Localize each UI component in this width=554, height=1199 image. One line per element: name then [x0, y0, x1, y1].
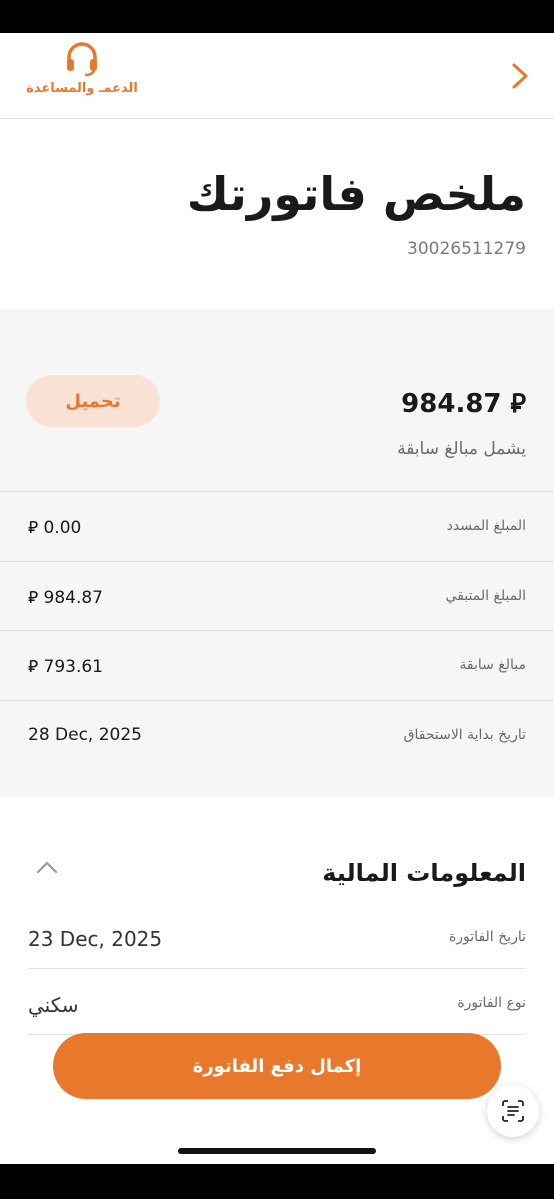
row-value: ⃁ 0.00	[28, 518, 82, 538]
row-value: 23 Dec, 2025	[28, 927, 163, 951]
includes-previous-note: يشمل مبالغ سابقة	[397, 439, 526, 459]
list-item: المبلغ المتبقي ⃁ 984.87	[0, 560, 554, 631]
list-item: مبالغ سابقة ⃁ 793.61	[0, 630, 554, 700]
invoice-summary-screen: الدعمـ والمساعدة ملخص فاتورتك 3002651127…	[0, 33, 554, 1164]
download-button[interactable]: تحميل	[26, 375, 160, 427]
back-button[interactable]	[508, 61, 532, 91]
row-label: مبالغ سابقة	[459, 657, 526, 673]
list-item: تاريخ الفاتورة 23 Dec, 2025	[28, 903, 526, 969]
support-label: الدعمـ والمساعدة	[26, 81, 138, 96]
list-item: تاريخ بداية الاستحقاق 28 Dec, 2025	[0, 699, 554, 770]
chevron-right-icon	[512, 63, 528, 89]
row-label: نوع الفاتورة	[457, 995, 526, 1011]
amount-rows: المبلغ المسدد ⃁ 0.00 المبلغ المتبقي ⃁ 98…	[0, 491, 554, 769]
scan-text-button[interactable]	[487, 1085, 539, 1137]
financial-info-section: المعلومات المالية تاريخ الفاتورة 23 Dec,…	[0, 797, 554, 1164]
title-block: ملخص فاتورتك 30026511279	[0, 119, 554, 309]
list-item: نوع الفاتورة سكني	[28, 969, 526, 1035]
scan-text-icon	[502, 1100, 524, 1122]
row-label: تاريخ بداية الاستحقاق	[403, 726, 526, 743]
row-label: المبلغ المتبقي	[445, 587, 526, 604]
complete-payment-button[interactable]: إكمال دفع الفاتورة	[53, 1033, 501, 1099]
financial-info-title: المعلومات المالية	[322, 859, 526, 887]
row-label: تاريخ الفاتورة	[448, 929, 526, 945]
row-value: ⃁ 793.61	[28, 657, 103, 677]
amount-summary: 984.87 ⃁ يشمل مبالغ سابقة تحميل المبلغ ا…	[0, 309, 554, 797]
top-bar: الدعمـ والمساعدة	[0, 33, 554, 119]
support-button[interactable]: الدعمـ والمساعدة	[22, 41, 142, 111]
chevron-up-icon	[36, 861, 58, 874]
row-value: 28 Dec, 2025	[28, 724, 143, 745]
collapse-button[interactable]	[34, 859, 60, 877]
row-label: المبلغ المسدد	[446, 518, 526, 534]
headset-icon	[67, 42, 97, 77]
total-amount: 984.87 ⃁	[401, 389, 526, 419]
row-value: سكني	[28, 993, 79, 1017]
list-item: المبلغ المسدد ⃁ 0.00	[0, 491, 554, 561]
row-value: ⃁ 984.87	[28, 587, 103, 608]
home-indicator[interactable]	[178, 1148, 376, 1154]
page-title: ملخص فاتورتك	[186, 167, 526, 221]
invoice-number: 30026511279	[407, 239, 526, 259]
